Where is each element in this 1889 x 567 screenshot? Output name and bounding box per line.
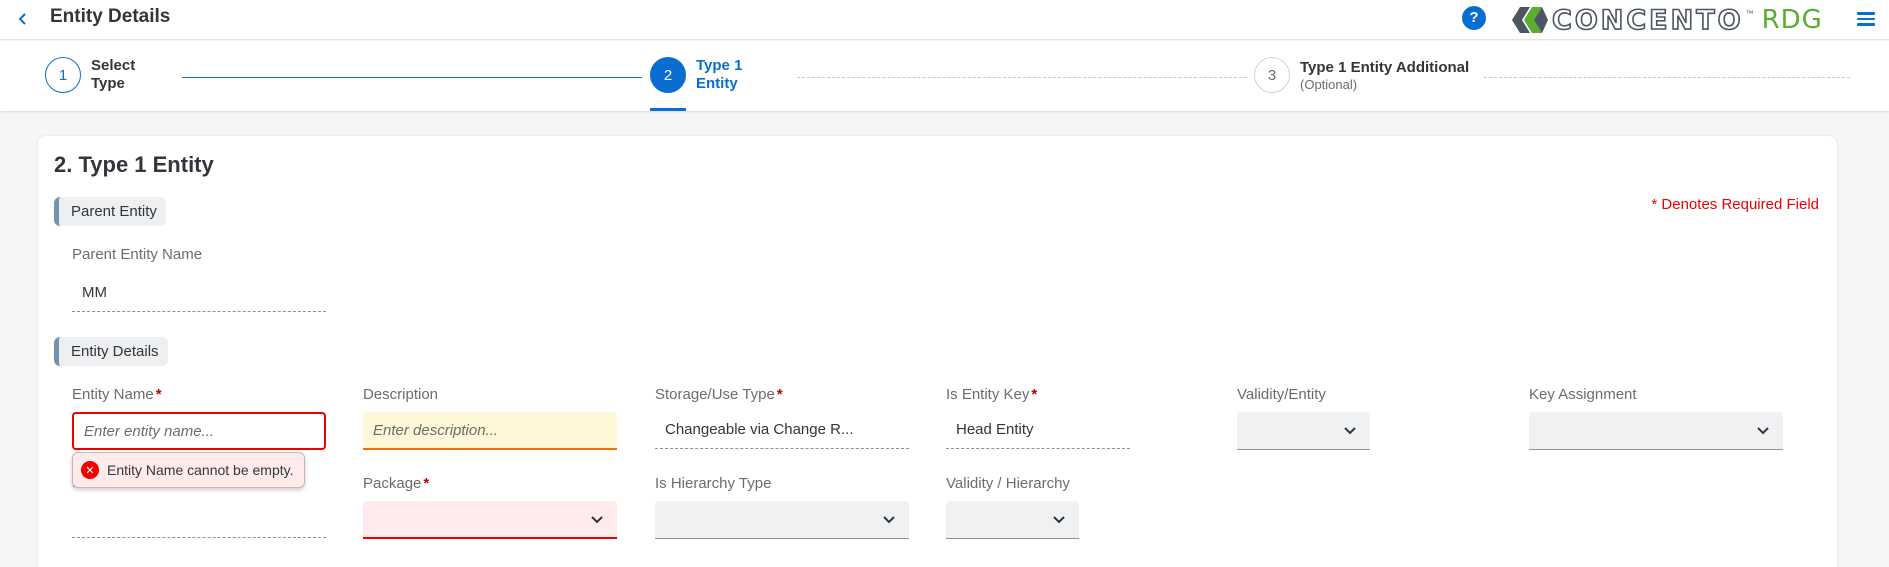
error-icon: ✕: [81, 461, 99, 479]
help-button[interactable]: ?: [1462, 6, 1486, 30]
entity-name-label: Entity Name *: [72, 386, 162, 403]
group-chip-parent-entity: Parent Entity: [54, 197, 166, 226]
chevron-down-icon: [1757, 427, 1769, 435]
step-connector: [182, 77, 642, 78]
validity-entity-select[interactable]: [1237, 412, 1370, 450]
page-title: Entity Details: [50, 6, 171, 27]
required-field-note: * Denotes Required Field: [1651, 196, 1819, 213]
wizard-progress-bar: 1 Select Type 2 Type 1 Entity 3 Type 1 E…: [0, 41, 1889, 111]
step-sublabel: (Optional): [1300, 76, 1358, 92]
chevron-down-icon: [591, 516, 603, 524]
back-button[interactable]: [12, 8, 34, 30]
package-select[interactable]: [363, 501, 617, 539]
chevron-down-icon: [1344, 427, 1356, 435]
step-number: 2: [650, 57, 686, 93]
group-chip-entity-details: Entity Details: [54, 337, 168, 366]
chevron-left-icon: [18, 13, 26, 25]
package-label: Package *: [363, 475, 430, 492]
validity-hierarchy-select[interactable]: [946, 501, 1079, 539]
is-hierarchy-type-label: Is Hierarchy Type: [655, 475, 772, 492]
is-entity-key-label: Is Entity Key *: [946, 386, 1038, 403]
wizard-step-2[interactable]: 2 Type 1 Entity: [650, 57, 770, 93]
parent-entity-name-label: Parent Entity Name: [72, 246, 203, 263]
description-label: Description: [363, 386, 439, 403]
concento-logo-icon: [1512, 7, 1548, 33]
is-hierarchy-type-select[interactable]: [655, 501, 909, 539]
step-connector: [797, 77, 1247, 78]
step-label: Type 1 Entity Additional: [1300, 58, 1470, 76]
chevron-down-icon: [1053, 516, 1065, 524]
key-assignment-label: Key Assignment: [1529, 386, 1637, 403]
storage-use-type-label: Storage/Use Type *: [655, 386, 783, 403]
is-entity-key-value: Head Entity: [956, 421, 1034, 438]
hamburger-icon: [1857, 12, 1879, 26]
validity-entity-label: Validity/Entity: [1237, 386, 1326, 403]
active-step-indicator: [650, 108, 686, 111]
step-label: Type 1 Entity: [696, 57, 743, 92]
parent-entity-name-value: MM: [82, 284, 107, 301]
key-assignment-select[interactable]: [1529, 412, 1783, 450]
error-message: Entity Name cannot be empty.: [107, 462, 294, 478]
field-underline: [946, 448, 1130, 449]
wizard-step-1[interactable]: 1 Select Type: [45, 57, 165, 93]
chevron-down-icon: [883, 516, 895, 524]
step-connector: [1484, 77, 1850, 78]
entity-name-error-popover: ✕ Entity Name cannot be empty.: [72, 452, 305, 488]
hamburger-menu-button[interactable]: [1857, 8, 1879, 30]
form-card: 2. Type 1 Entity * Denotes Required Fiel…: [38, 136, 1837, 567]
step-label: Select Type: [91, 57, 136, 92]
app-header: Entity Details ? CONCENTO ™ RDG: [0, 0, 1889, 40]
field-underline: [655, 448, 909, 449]
logo-tm: ™: [1745, 8, 1754, 18]
step-number: 3: [1254, 57, 1290, 93]
concento-rdg-logo: CONCENTO ™ RDG: [1510, 3, 1823, 37]
validity-hierarchy-label: Validity / Hierarchy: [946, 475, 1070, 492]
field-underline: [72, 537, 326, 538]
wizard-step-3[interactable]: 3 Type 1 Entity Additional (Optional): [1254, 57, 1494, 93]
field-underline: [72, 311, 326, 312]
step-number: 1: [45, 57, 81, 93]
storage-use-type-value: Changeable via Change R...: [665, 421, 854, 438]
logo-suffix: RDG: [1761, 5, 1823, 35]
entity-name-input[interactable]: [72, 412, 326, 450]
step-label-group: Type 1 Entity Additional (Optional): [1300, 59, 1469, 92]
section-title: 2. Type 1 Entity: [54, 152, 214, 177]
logo-brand: CONCENTO: [1551, 4, 1744, 37]
description-input[interactable]: [363, 412, 617, 450]
